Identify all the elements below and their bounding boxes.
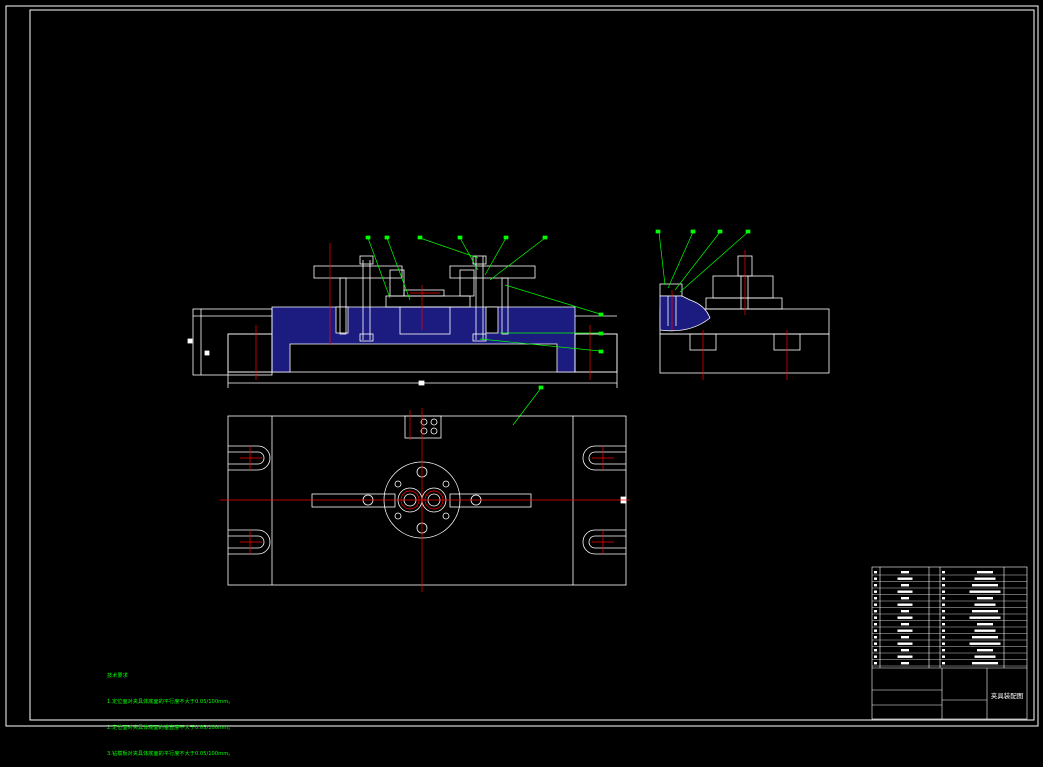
title-row-glyph: [874, 642, 877, 645]
title-row-glyph: [897, 577, 913, 580]
title-row-glyph: [897, 590, 913, 593]
title-row-glyph: [897, 629, 913, 632]
side-view: [659, 255, 830, 374]
title-row-glyph: [974, 603, 996, 606]
top-centerlines: [220, 408, 630, 592]
title-row-glyph: [974, 655, 996, 658]
title-row-glyph: [901, 597, 909, 600]
title-row-glyph: [901, 662, 909, 665]
title-row-glyph: [942, 649, 945, 652]
drawing-title: 夹具装配图: [990, 692, 1024, 700]
title-row-glyph: [901, 584, 909, 587]
title-row-glyph: [897, 655, 913, 658]
title-row-glyph: [942, 662, 945, 665]
title-row-glyph: [897, 642, 913, 645]
title-row-glyph: [942, 577, 945, 580]
title-row-glyph: [942, 584, 945, 587]
title-row-glyph: [874, 616, 877, 619]
title-row-glyph: [901, 649, 909, 652]
title-row-glyph: [874, 636, 877, 639]
title-row-glyph: [942, 636, 945, 639]
title-row-glyph: [874, 577, 877, 580]
cad-drawing: [5, 5, 1039, 727]
title-row-glyph: [901, 610, 909, 613]
title-row-glyph: [972, 584, 998, 587]
title-row-glyph: [874, 662, 877, 665]
title-row-glyph: [969, 642, 1001, 645]
title-row-glyph: [874, 649, 877, 652]
title-row-glyph: [972, 662, 998, 665]
inner-frame: [29, 9, 1035, 721]
title-row-glyph: [942, 610, 945, 613]
notes-heading: 技术要求: [107, 673, 128, 680]
title-row-glyph: [972, 636, 998, 639]
title-row-glyph: [977, 597, 993, 600]
title-row-glyph: [942, 571, 945, 574]
title-row-glyph: [874, 597, 877, 600]
title-row-glyph: [942, 655, 945, 658]
title-row-glyph: [874, 610, 877, 613]
title-row-glyph: [942, 590, 945, 593]
title-row-glyph: [972, 610, 998, 613]
title-row-glyph: [901, 623, 909, 626]
title-row-glyph: [942, 642, 945, 645]
title-row-glyph: [874, 623, 877, 626]
note-item-3: 3.钻模板对夹具体底面的平行度不大于0.05/100mm。: [107, 750, 234, 757]
title-row-glyph: [874, 629, 877, 632]
front-view: [187, 255, 618, 388]
title-row-glyph: [969, 590, 1001, 593]
title-row-glyph: [901, 636, 909, 639]
title-row-glyph: [874, 584, 877, 587]
title-row-glyph: [874, 590, 877, 593]
outer-frame: [5, 5, 1039, 727]
title-row-glyph: [874, 603, 877, 606]
title-row-glyph: [969, 616, 1001, 619]
title-row-glyph: [897, 616, 913, 619]
title-row-glyph: [942, 603, 945, 606]
title-row-glyph: [942, 597, 945, 600]
title-row-glyph: [901, 571, 909, 574]
side-leaders: [655, 229, 751, 293]
title-row-glyph: [874, 571, 877, 574]
title-row-glyph: [942, 616, 945, 619]
title-row-glyph: [977, 649, 993, 652]
title-row-glyph: [942, 623, 945, 626]
top-view: [227, 415, 627, 586]
title-row-glyph: [974, 577, 996, 580]
title-row-glyph: [942, 629, 945, 632]
title-row-glyph: [977, 571, 993, 574]
title-row-glyph: [874, 655, 877, 658]
technical-requirements: 技术要求 1.定位面对夹具体底面的平行度不大于0.05/100mm。 2.定位面…: [107, 655, 233, 767]
title-row-glyph: [977, 623, 993, 626]
title-row-glyph: [974, 629, 996, 632]
title-row-glyph: [897, 603, 913, 606]
note-item-1: 1.定位面对夹具体底面的平行度不大于0.05/100mm。: [107, 698, 234, 705]
note-item-2: 2.定位面对夹具体底面的垂直度不大于0.05/100mm。: [107, 724, 234, 731]
